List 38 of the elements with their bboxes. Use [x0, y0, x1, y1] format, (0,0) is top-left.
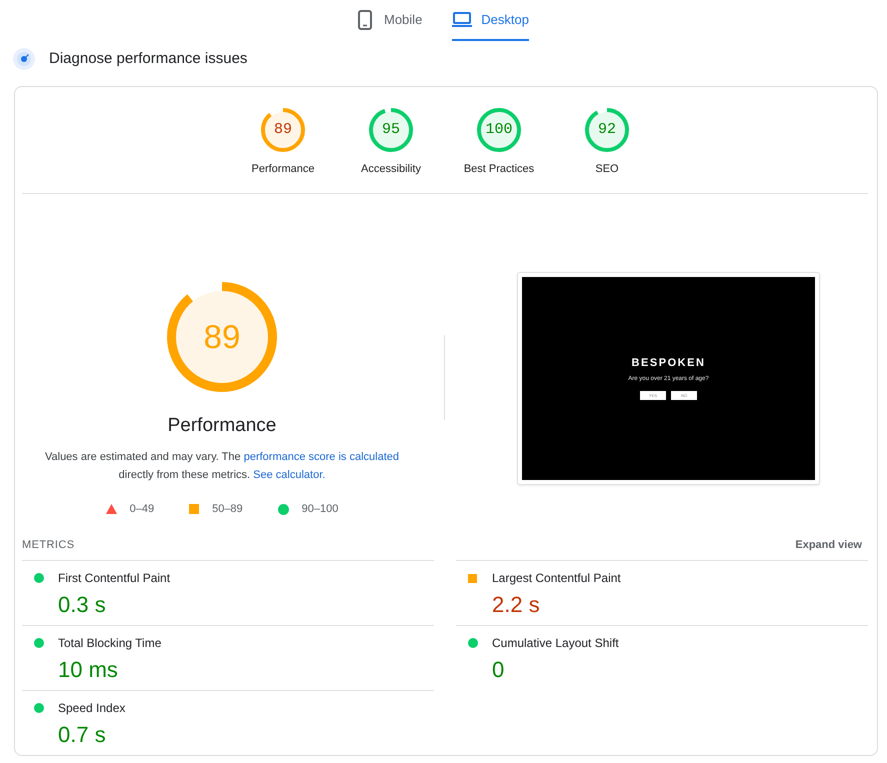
metric-label: Speed Index [58, 701, 126, 715]
metric-label: Total Blocking Time [58, 636, 162, 650]
device-tab[interactable]: Mobile [358, 0, 422, 41]
metric-value: 10 ms [58, 657, 118, 682]
score-value: 89 [274, 121, 292, 139]
triangle-icon [106, 504, 117, 514]
category-label[interactable]: Accessibility [361, 163, 421, 176]
legend-label: 50–89 [212, 502, 243, 517]
radar-icon [13, 48, 35, 70]
laptop-icon [452, 12, 472, 27]
metric-value: 2.2 s [492, 592, 540, 617]
metric-label: First Contentful Paint [58, 571, 170, 585]
square-icon [189, 504, 200, 514]
metrics-heading: METRICS [22, 538, 75, 552]
device-tab[interactable]: Desktop [452, 0, 529, 41]
performance-title: Performance [168, 414, 276, 438]
metric-value: 0.3 s [58, 592, 106, 617]
score-description: Values are estimated and may vary. The performance score is calculated directly from these metrics. See calculator. [44, 450, 400, 483]
metric-label: Cumulative Layout Shift [492, 636, 619, 650]
metric-value: 0.7 s [58, 722, 106, 747]
category-label[interactable]: Best Practices [464, 163, 534, 176]
category-label[interactable]: Performance [252, 163, 314, 176]
score-value: 95 [382, 121, 400, 139]
square-icon [468, 574, 477, 582]
section-title: Diagnose performance issues [49, 48, 248, 69]
legend-label: 90–100 [302, 502, 338, 517]
metric-value: 0 [492, 657, 504, 682]
category-label[interactable]: SEO [595, 163, 619, 176]
score-value: 100 [485, 121, 512, 139]
score-value: 89 [204, 318, 240, 356]
inline-link[interactable]: See calculator. [253, 469, 326, 481]
metric-label: Largest Contentful Paint [492, 571, 621, 585]
score-value: 92 [598, 121, 616, 139]
expand-view-button[interactable]: Expand view [795, 538, 862, 552]
inline-link[interactable]: performance score is calculated [244, 451, 399, 463]
phone-icon [358, 10, 372, 30]
screenshot-brand: BESPOKEN [631, 357, 706, 370]
legend-label: 0–49 [130, 502, 154, 517]
